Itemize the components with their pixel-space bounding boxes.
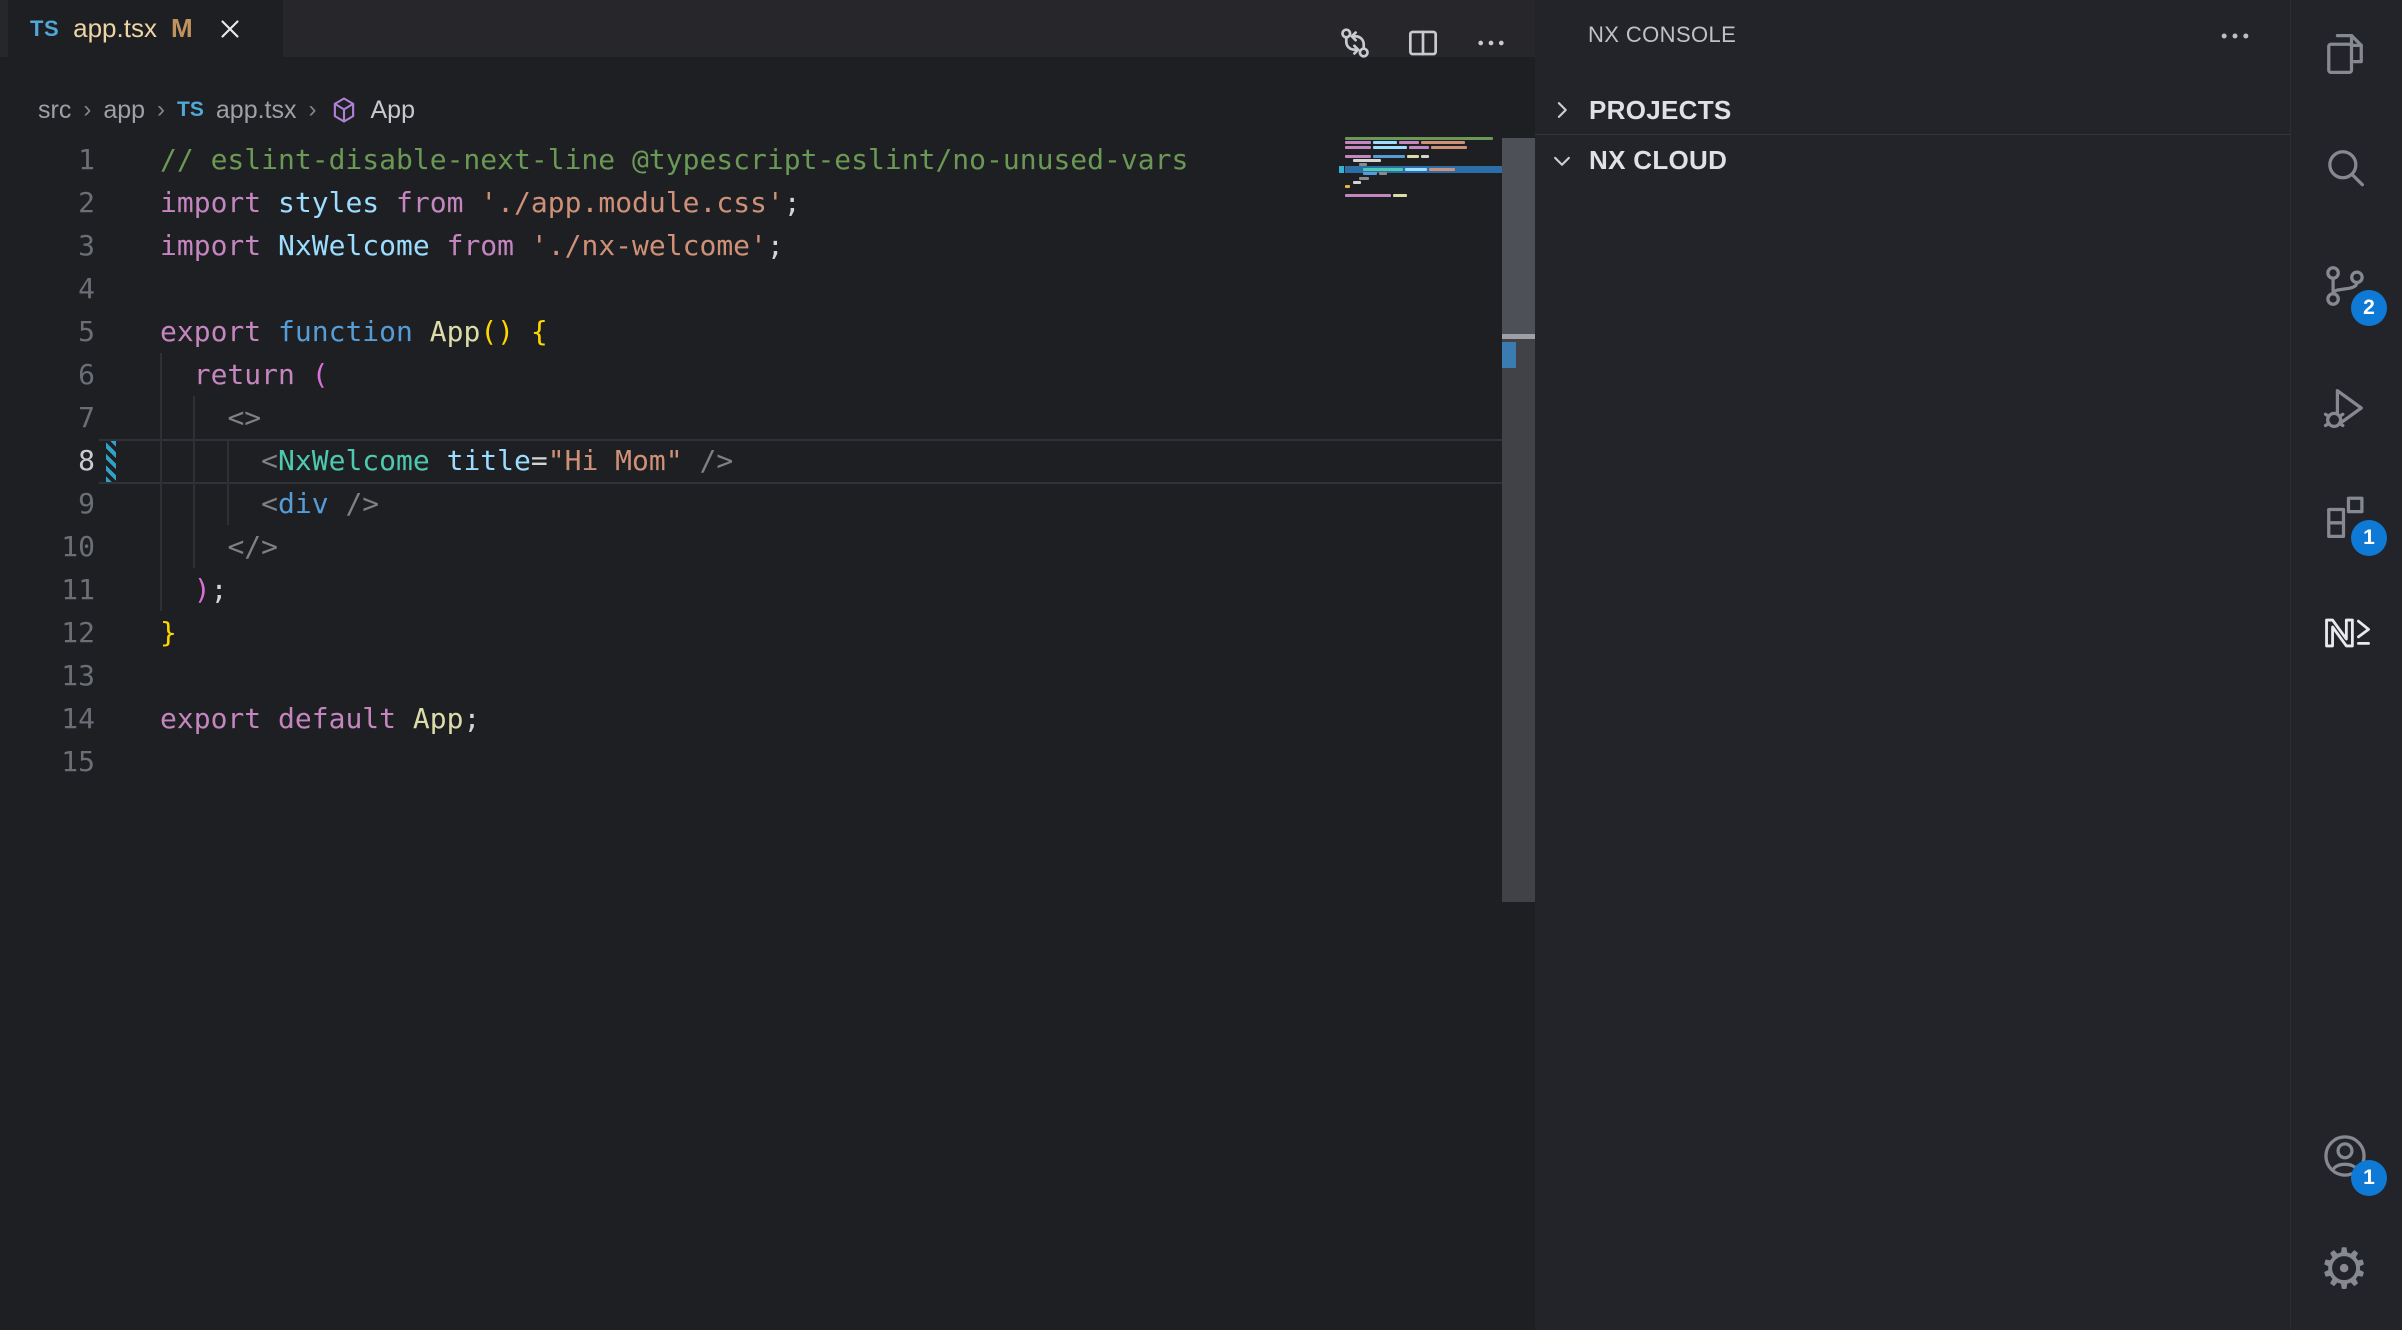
breadcrumb-separator-icon: › bbox=[157, 96, 165, 124]
typescript-file-icon: TS bbox=[30, 16, 59, 42]
explorer-icon[interactable] bbox=[2319, 28, 2375, 84]
code-line bbox=[0, 740, 1400, 783]
code-line: export function App() { bbox=[0, 310, 1400, 353]
code-line: ); bbox=[0, 568, 1400, 611]
code-line: return ( bbox=[0, 353, 1400, 396]
section-nx-cloud[interactable]: NX CLOUD bbox=[1535, 134, 2290, 186]
code-line: } bbox=[0, 611, 1400, 654]
panel-header: NX CONSOLE bbox=[1535, 0, 2290, 70]
nx-console-panel: NX CONSOLE PROJECTS NX CLOUD REMOTE CACH… bbox=[1535, 0, 2290, 1330]
chevron-right-icon bbox=[1547, 95, 1577, 125]
code-line: </> bbox=[0, 525, 1400, 568]
badge-count: 1 bbox=[2351, 1160, 2387, 1196]
activity-bar: 211⚙ bbox=[2290, 0, 2402, 1330]
code-editor[interactable]: // eslint-disable-next-line @typescript-… bbox=[0, 138, 1400, 783]
minimap-row bbox=[1345, 140, 1502, 144]
minimap-row bbox=[1345, 167, 1502, 171]
close-icon[interactable] bbox=[215, 14, 245, 44]
editor-scrollbar[interactable] bbox=[1502, 138, 1535, 902]
breadcrumb-item[interactable]: app bbox=[103, 96, 145, 125]
split-editor-icon[interactable] bbox=[1404, 24, 1442, 62]
chevron-down-icon bbox=[1547, 146, 1577, 176]
code-line: import styles from './app.module.css'; bbox=[0, 181, 1400, 224]
section-projects[interactable]: PROJECTS bbox=[1535, 86, 2290, 134]
minimap-row bbox=[1345, 180, 1502, 184]
code-line bbox=[0, 267, 1400, 310]
breadcrumb-item[interactable]: App bbox=[371, 96, 415, 125]
scrollbar-slider[interactable] bbox=[1502, 138, 1535, 337]
minimap[interactable] bbox=[1345, 136, 1502, 204]
extensions-icon[interactable]: 1 bbox=[2319, 490, 2375, 546]
breadcrumb-separator-icon: › bbox=[309, 96, 317, 124]
vscode-window: TS app.tsx M src›app›TSapp.tsx›App 12345… bbox=[0, 0, 2402, 1330]
minimap-row bbox=[1345, 198, 1502, 202]
code-line: import NxWelcome from './nx-welcome'; bbox=[0, 224, 1400, 267]
minimap-row bbox=[1345, 136, 1502, 140]
badge-count: 2 bbox=[2351, 290, 2387, 326]
breadcrumb-separator-icon: › bbox=[83, 96, 91, 124]
section-label: PROJECTS bbox=[1589, 95, 1732, 126]
settings-icon[interactable]: ⚙ bbox=[2319, 1242, 2375, 1298]
minimap-row bbox=[1345, 176, 1502, 180]
editor-toolbar bbox=[1336, 24, 1510, 62]
nx-console-icon[interactable] bbox=[2319, 607, 2375, 663]
code-line: export default App; bbox=[0, 697, 1400, 740]
overview-modified-marker bbox=[1502, 342, 1516, 368]
badge-count: 1 bbox=[2351, 520, 2387, 556]
code-line: <> bbox=[0, 396, 1400, 439]
minimap-row bbox=[1345, 145, 1502, 149]
minimap-row bbox=[1345, 193, 1502, 197]
search-icon[interactable] bbox=[2319, 142, 2375, 198]
more-actions-icon[interactable] bbox=[1472, 24, 1510, 62]
minimap-row bbox=[1345, 149, 1502, 153]
tab-app-tsx[interactable]: TS app.tsx M bbox=[8, 0, 283, 57]
breadcrumb[interactable]: src › app › TS app.tsx › App bbox=[38, 90, 415, 130]
minimap-row bbox=[1345, 158, 1502, 162]
minimap-row bbox=[1345, 184, 1502, 188]
source-control-icon[interactable]: 2 bbox=[2319, 260, 2375, 316]
code-line: <NxWelcome title="Hi Mom" /> bbox=[0, 439, 1400, 482]
gear-icon: ⚙ bbox=[2319, 1237, 2369, 1302]
panel-more-actions-icon[interactable] bbox=[2215, 16, 2255, 56]
panel-title: NX CONSOLE bbox=[1588, 22, 1736, 48]
tab-bar: TS app.tsx M bbox=[0, 0, 1535, 57]
run-and-debug-icon[interactable] bbox=[2319, 382, 2375, 438]
code-line: // eslint-disable-next-line @typescript-… bbox=[0, 138, 1400, 181]
section-label: NX CLOUD bbox=[1589, 145, 1727, 176]
breadcrumb-item[interactable]: app.tsx bbox=[216, 96, 297, 125]
minimap-row bbox=[1345, 189, 1502, 193]
code-line bbox=[0, 654, 1400, 697]
modified-indicator: M bbox=[171, 13, 193, 44]
compare-changes-icon[interactable] bbox=[1336, 24, 1374, 62]
tab-file-name: app.tsx bbox=[73, 13, 157, 44]
minimap-row bbox=[1345, 171, 1502, 175]
accounts-icon[interactable]: 1 bbox=[2319, 1130, 2375, 1186]
typescript-file-icon: TS bbox=[177, 98, 204, 122]
overview-cursor-marker bbox=[1502, 334, 1535, 339]
breadcrumb-item[interactable]: src bbox=[38, 96, 71, 125]
code-line: <div /> bbox=[0, 482, 1400, 525]
symbol-cube-icon bbox=[329, 95, 359, 125]
minimap-row bbox=[1345, 154, 1502, 158]
minimap-modified-marker bbox=[1339, 166, 1344, 173]
